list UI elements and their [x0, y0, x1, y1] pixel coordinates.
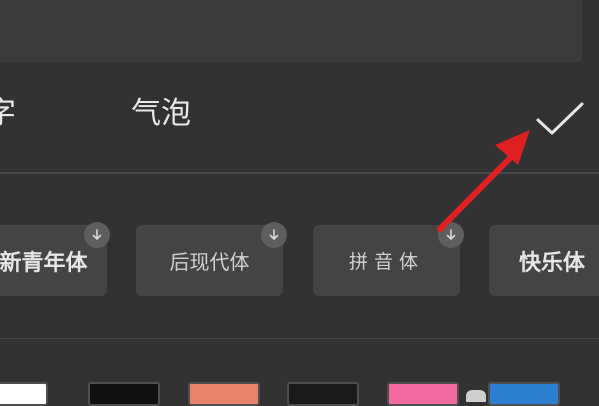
color-swatch-salmon[interactable] — [188, 382, 260, 406]
tab-text[interactable]: 字 — [0, 94, 16, 134]
download-arrow-icon — [269, 229, 279, 241]
font-label: 拼音体 — [348, 251, 424, 273]
download-badge[interactable] — [84, 222, 110, 248]
font-label: 快乐体 — [519, 250, 586, 276]
color-picker-handle[interactable] — [466, 390, 486, 402]
color-swatch-white[interactable] — [0, 382, 48, 406]
download-badge[interactable] — [438, 222, 464, 248]
tab-bubble[interactable]: 气泡 — [131, 94, 191, 134]
color-swatch-pink[interactable] — [387, 382, 459, 406]
divider — [0, 172, 599, 174]
confirm-button[interactable] — [532, 100, 588, 140]
divider — [0, 338, 599, 339]
text-preview-area — [0, 0, 582, 62]
download-arrow-icon — [446, 229, 456, 241]
color-swatch-black[interactable] — [88, 382, 160, 406]
download-arrow-icon — [92, 229, 102, 241]
font-card-kuaile[interactable]: 快乐体 — [489, 225, 599, 296]
font-label: 新青年体 — [0, 250, 88, 276]
download-badge[interactable] — [261, 222, 287, 248]
color-swatch-dark[interactable] — [287, 382, 359, 406]
font-label: 后现代体 — [169, 250, 250, 274]
checkmark-icon — [536, 102, 584, 135]
color-swatch-blue[interactable] — [488, 382, 560, 406]
